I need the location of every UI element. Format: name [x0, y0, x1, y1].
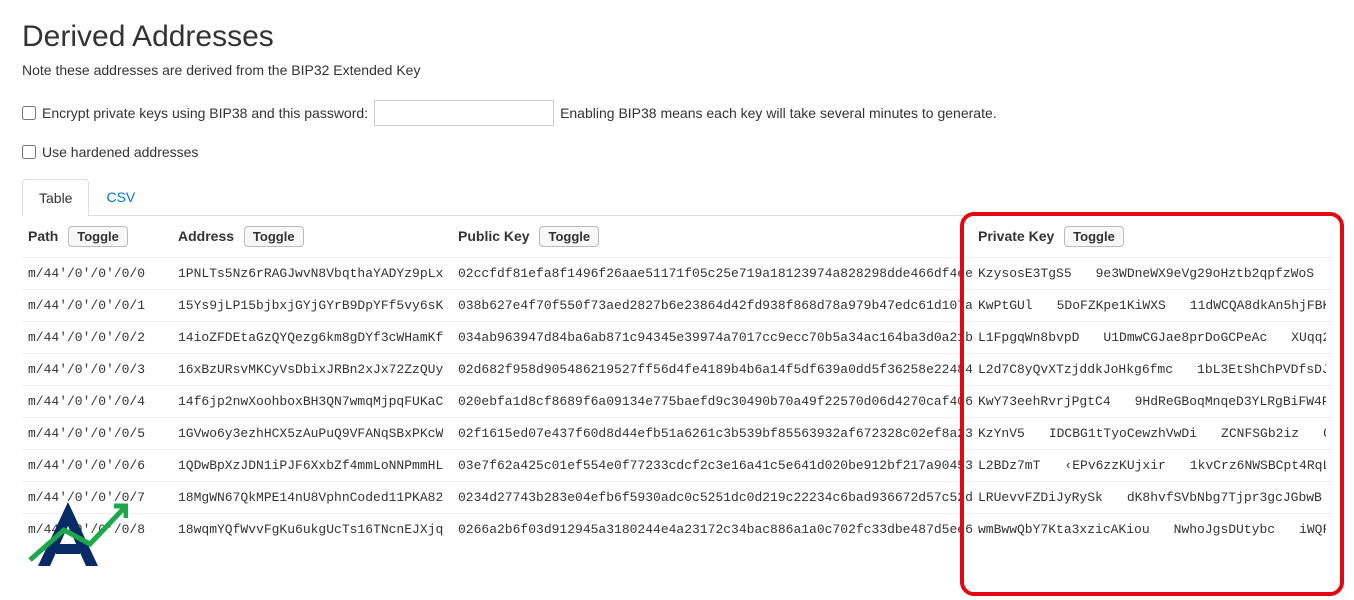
table-row: m/44'/0'/0'/0/51GVwo6y3ezhHCX5zAuPuQ9VFA… — [22, 418, 1332, 450]
table-row: m/44'/0'/0'/0/01PNLTs5Nz6rRAGJwvN8Vbqtha… — [22, 258, 1332, 290]
col-path-label: Path — [28, 228, 58, 244]
cell-pubkey: 038b627e4f70f550f73aed2827b6e23864d42fd9… — [452, 290, 972, 322]
privkey-segment: 5DoFZKpe1KiWXS — [1057, 298, 1166, 313]
cell-address: 14ioZFDEtaGzQYQezg6km8gDYf3cWHamKf — [172, 322, 452, 354]
cell-path: m/44'/0'/0'/0/0 — [22, 258, 172, 290]
bip38-label-after: Enabling BIP38 means each key will take … — [560, 105, 997, 121]
table-row: m/44'/0'/0'/0/214ioZFDEtaGzQYQezg6km8gDY… — [22, 322, 1332, 354]
table-row: m/44'/0'/0'/0/115Ys9jLP15bjbxjGYjGYrB9Dp… — [22, 290, 1332, 322]
col-path-header: Path Toggle — [22, 216, 172, 258]
toggle-privkey-button[interactable]: Toggle — [1064, 226, 1124, 247]
cell-pubkey: 020ebfa1d8cf8689f6a09134e775baefd9c30490… — [452, 386, 972, 418]
cell-address: 1GVwo6y3ezhHCX5zAuPuQ9VFANqSBxPKcW — [172, 418, 452, 450]
cell-privkey: wmBwwQbY7Kta3xzicAKiou NwhoJgsDUtybc iWQFv… — [972, 514, 1332, 546]
privkey-segment: iWQFvsc — [1299, 522, 1326, 537]
cell-pubkey: 03e7f62a425c01ef554e0f77233cdcf2c3e16a41… — [452, 450, 972, 482]
cell-path: m/44'/0'/0'/0/5 — [22, 418, 172, 450]
cell-privkey: L1FpgqWn8bvpD U1DmwCGJae8prDoGCPeAc XUqq2R… — [972, 322, 1332, 354]
col-address-label: Address — [178, 228, 234, 244]
cell-privkey: KzYnV5 IDCBG1tTyoCewzhVwDi ZCNFSGb2iz C3L6T… — [972, 418, 1332, 450]
privkey-segment: XUqq2RL7k — [1291, 330, 1326, 345]
hardened-row: Use hardened addresses — [22, 144, 1332, 160]
privkey-segment: U1DmwCGJae8prDoGCPeAc — [1103, 330, 1267, 345]
cell-pubkey: 02ccfdf81efa8f1496f26aae51171f05c25e719a… — [452, 258, 972, 290]
table-row: m/44'/0'/0'/0/61QDwBpXzJDN1iPJF6XxbZf4mm… — [22, 450, 1332, 482]
toggle-address-button[interactable]: Toggle — [244, 226, 304, 247]
privkey-segment: 9HdReGBoqMnqeD3YLRgBiFW4P — [1135, 394, 1326, 409]
cell-path: m/44'/0'/0'/0/2 — [22, 322, 172, 354]
page-title: Derived Addresses — [22, 20, 1332, 54]
bip38-password-input[interactable] — [374, 100, 554, 126]
bip38-checkbox[interactable] — [22, 106, 36, 120]
cell-address: 15Ys9jLP15bjbxjGYjGYrB9DpYFf5vy6sK — [172, 290, 452, 322]
hardened-label: Use hardened addresses — [42, 144, 198, 160]
cell-path: m/44'/0'/0'/0/8 — [22, 514, 172, 546]
privkey-segment: 1kvCrz6NWSBCpt4RqLGD3rVY — [1190, 458, 1326, 473]
privkey-segment: dK8hvfSVbNbg7Tjpr3gcJGbwB — [1127, 490, 1322, 505]
cell-path: m/44'/0'/0'/0/3 — [22, 354, 172, 386]
cell-address: 1PNLTs5Nz6rRAGJwvN8VbqthaYADYz9pLx — [172, 258, 452, 290]
privkey-segment: NwhoJgsDUtybc — [1174, 522, 1275, 537]
cell-address: 18wqmYQfWvvFgKu6ukgUcTs16TNcnEJXjq — [172, 514, 452, 546]
col-privkey-header: Private Key Toggle — [972, 216, 1332, 258]
tab-csv[interactable]: CSV — [89, 178, 152, 215]
privkey-segment: ‹EPv6zzKUjxir — [1064, 458, 1165, 473]
derivation-note: Note these addresses are derived from th… — [22, 62, 1332, 78]
privkey-segment: LRUevvFZDiJyRySk — [978, 490, 1103, 505]
cell-path: m/44'/0'/0'/0/1 — [22, 290, 172, 322]
cell-pubkey: 02f1615ed07e437f60d8d44efb51a6261c3b539b… — [452, 418, 972, 450]
addresses-table: Path Toggle Address Toggle Public Key To… — [22, 216, 1332, 545]
cell-path: m/44'/0'/0'/0/4 — [22, 386, 172, 418]
cell-privkey: L2d7C8yQvXTzjddkJoHkg6fmc 1bL3EtShChPVDfs… — [972, 354, 1332, 386]
tab-table[interactable]: Table — [22, 179, 89, 216]
col-address-header: Address Toggle — [172, 216, 452, 258]
table-row: m/44'/0'/0'/0/718MgWN67QkMPE14nU8VphnCod… — [22, 482, 1332, 514]
privkey-segment: 1bL3EtShChPVDfsDJs — [1197, 362, 1326, 377]
cell-privkey: KzysosE3TgS5 9e3WDneWX9eVg29oHztb2qpfzWoS… — [972, 258, 1332, 290]
privkey-segment: KwY73eehRvrjPgtC4 — [978, 394, 1111, 409]
cell-address: 14f6jp2nwXoohboxBH3QN7wmqMjpqFUKaC — [172, 386, 452, 418]
privkey-segment: KzYnV5 — [978, 426, 1025, 441]
privkey-segment: L2d7C8yQvXTzjddkJoHkg6fmc — [978, 362, 1173, 377]
cell-pubkey: 02d682f958d905486219527ff56d4fe4189b4b6a… — [452, 354, 972, 386]
privkey-segment: L1FpgqWn8bvpD — [978, 330, 1079, 345]
cell-pubkey: 0266a2b6f03d912945a3180244e4a23172c34bac… — [452, 514, 972, 546]
cell-pubkey: 0234d27743b283e04efb6f5930adc0c5251dc0d2… — [452, 482, 972, 514]
privkey-segment: wmBwwQbY7Kta3xzicAKiou — [978, 522, 1150, 537]
cell-address: 18MgWN67QkMPE14nU8VphnCoded11PKA82 — [172, 482, 452, 514]
table-row: m/44'/0'/0'/0/316xBzURsvMKCyVsDbixJRBn2x… — [22, 354, 1332, 386]
col-privkey-label: Private Key — [978, 228, 1054, 244]
table-row: m/44'/0'/0'/0/414f6jp2nwXoohboxBH3QN7wmq… — [22, 386, 1332, 418]
cell-privkey: LRUevvFZDiJyRySk dK8hvfSVbNbg7Tjpr3gcJGbw… — [972, 482, 1332, 514]
col-pubkey-label: Public Key — [458, 228, 530, 244]
privkey-segment: 9e3WDneWX9eVg29oHztb2qpfzWoS — [1096, 266, 1314, 281]
privkey-segment: KzysosE3TgS5 — [978, 266, 1072, 281]
toggle-pubkey-button[interactable]: Toggle — [539, 226, 599, 247]
privkey-segment: KwPtGUl — [978, 298, 1033, 313]
privkey-segment: ZCNFSGb2iz — [1221, 426, 1299, 441]
privkey-segment: L2BDz7mT — [978, 458, 1040, 473]
hardened-checkbox[interactable] — [22, 145, 36, 159]
privkey-segment: C3L6TA — [1323, 426, 1326, 441]
tabs: Table CSV — [22, 178, 1332, 216]
cell-path: m/44'/0'/0'/0/6 — [22, 450, 172, 482]
cell-pubkey: 034ab963947d84ba6ab871c94345e39974a7017c… — [452, 322, 972, 354]
col-pubkey-header: Public Key Toggle — [452, 216, 972, 258]
table-row: m/44'/0'/0'/0/818wqmYQfWvvFgKu6ukgUcTs16… — [22, 514, 1332, 546]
cell-address: 16xBzURsvMKCyVsDbixJRBn2xJx72ZzQUy — [172, 354, 452, 386]
cell-address: 1QDwBpXzJDN1iPJF6XxbZf4mmLoNNPmmHL — [172, 450, 452, 482]
cell-privkey: KwPtGUl 5DoFZKpe1KiWXS 11dWCQA8dkAn5hjFBKT… — [972, 290, 1332, 322]
privkey-segment: 11dWCQA8dkAn5hjFBKTeEh3 — [1190, 298, 1326, 313]
cell-path: m/44'/0'/0'/0/7 — [22, 482, 172, 514]
bip38-label-before: Encrypt private keys using BIP38 and thi… — [42, 105, 368, 121]
cell-privkey: L2BDz7mT ‹EPv6zzKUjxir 1kvCrz6NWSBCpt4RqLG… — [972, 450, 1332, 482]
toggle-path-button[interactable]: Toggle — [68, 226, 128, 247]
cell-privkey: KwY73eehRvrjPgtC4 9HdReGBoqMnqeD3YLRgBiFW… — [972, 386, 1332, 418]
privkey-segment: IDCBG1tTyoCewzhVwDi — [1049, 426, 1197, 441]
bip38-row: Encrypt private keys using BIP38 and thi… — [22, 100, 1332, 126]
